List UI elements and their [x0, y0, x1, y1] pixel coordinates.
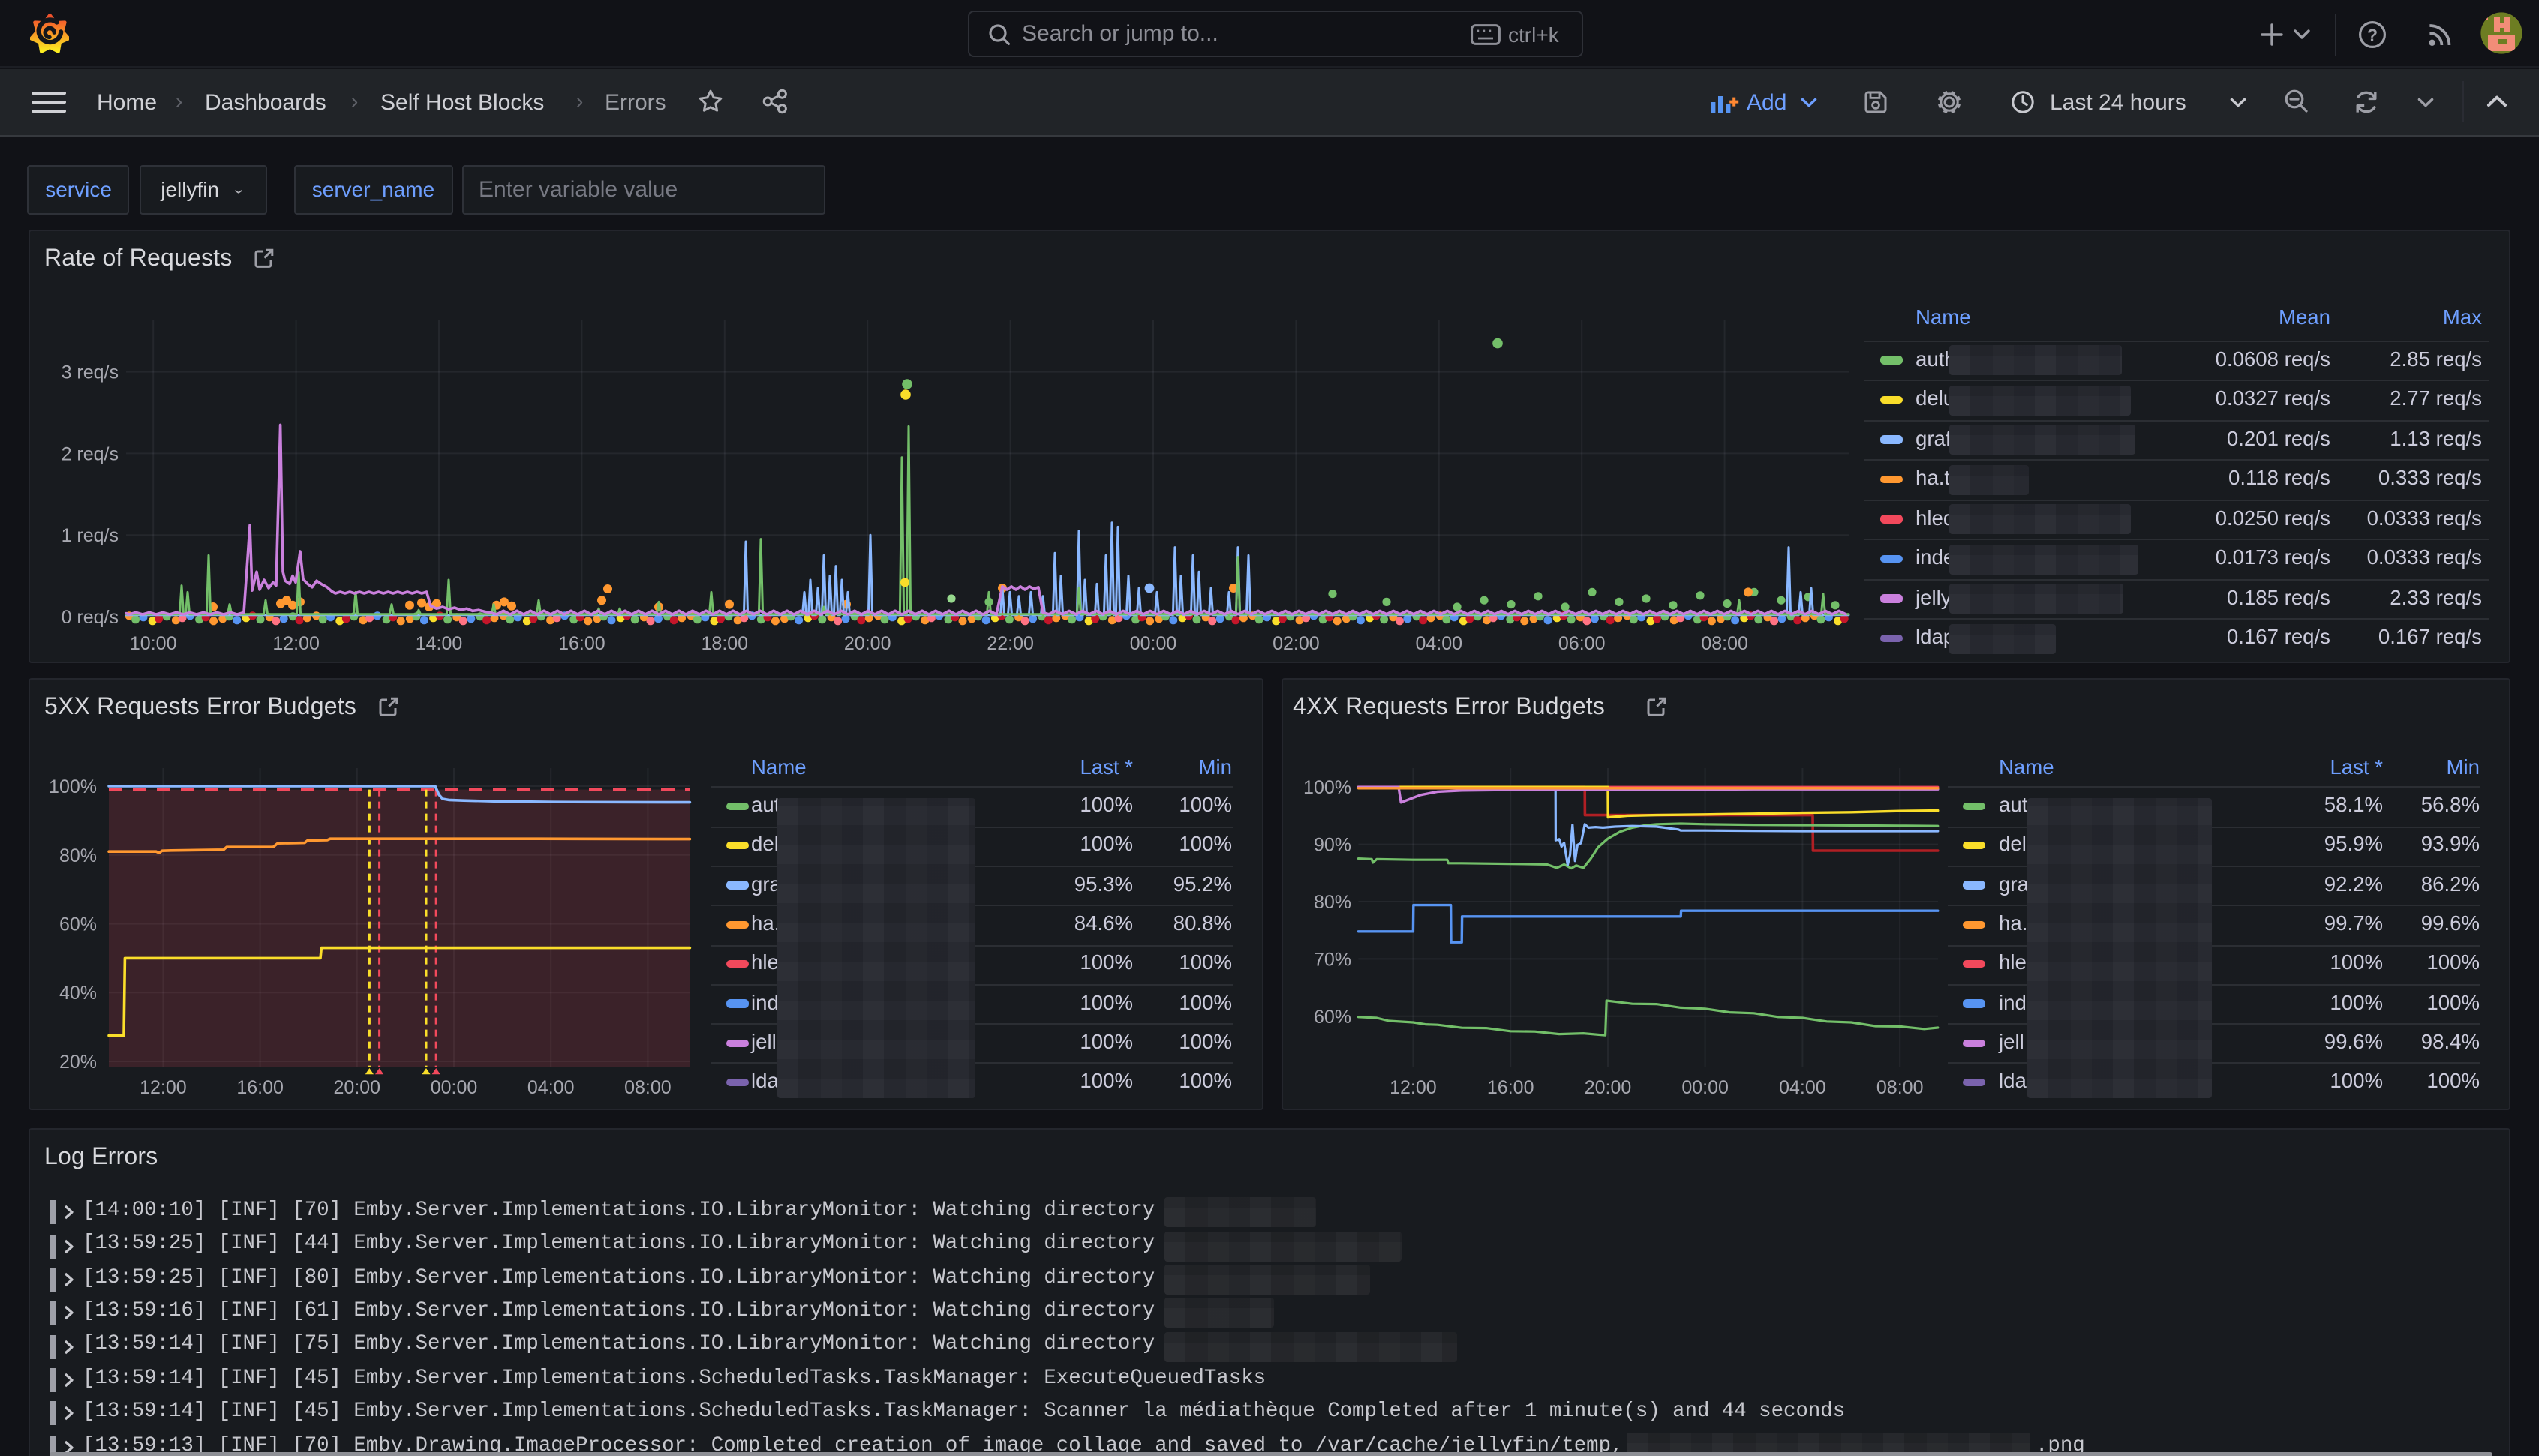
svg-text:16:00: 16:00 — [558, 633, 605, 654]
svg-text:18:00: 18:00 — [702, 633, 749, 654]
svg-text:12:00: 12:00 — [272, 633, 320, 654]
svg-text:60%: 60% — [1313, 1006, 1351, 1027]
svg-text:12:00: 12:00 — [140, 1076, 187, 1097]
svg-text:04:00: 04:00 — [1778, 1076, 1825, 1097]
svg-text:12:00: 12:00 — [1389, 1076, 1436, 1097]
svg-text:06:00: 06:00 — [1558, 633, 1606, 654]
svg-text:00:00: 00:00 — [1130, 633, 1177, 654]
svg-text:04:00: 04:00 — [1416, 633, 1463, 654]
svg-text:2 req/s: 2 req/s — [62, 443, 119, 464]
svg-text:08:00: 08:00 — [624, 1076, 672, 1097]
svg-text:02:00: 02:00 — [1273, 633, 1320, 654]
svg-text:04:00: 04:00 — [527, 1076, 575, 1097]
svg-text:14:00: 14:00 — [416, 633, 463, 654]
svg-text:00:00: 00:00 — [431, 1076, 478, 1097]
svg-text:?: ? — [2367, 24, 2378, 44]
svg-text:0 req/s: 0 req/s — [62, 607, 119, 628]
svg-text:08:00: 08:00 — [1876, 1076, 1923, 1097]
svg-text:10:00: 10:00 — [130, 633, 177, 654]
svg-text:80%: 80% — [59, 845, 97, 866]
svg-text:20:00: 20:00 — [844, 633, 891, 654]
svg-text:20:00: 20:00 — [1584, 1076, 1631, 1097]
svg-text:20:00: 20:00 — [334, 1076, 381, 1097]
svg-text:70%: 70% — [1313, 948, 1351, 969]
svg-text:100%: 100% — [1303, 776, 1351, 797]
svg-text:80%: 80% — [1313, 891, 1351, 912]
svg-text:08:00: 08:00 — [1701, 633, 1748, 654]
svg-text:20%: 20% — [59, 1051, 97, 1072]
svg-text:40%: 40% — [59, 982, 97, 1003]
svg-text:22:00: 22:00 — [987, 633, 1034, 654]
svg-text:100%: 100% — [49, 776, 97, 797]
svg-text:3 req/s: 3 req/s — [62, 362, 119, 383]
svg-text:16:00: 16:00 — [1486, 1076, 1534, 1097]
svg-text:00:00: 00:00 — [1681, 1076, 1728, 1097]
svg-text:16:00: 16:00 — [236, 1076, 284, 1097]
svg-text:1 req/s: 1 req/s — [62, 525, 119, 546]
svg-text:90%: 90% — [1313, 834, 1351, 855]
svg-text:60%: 60% — [59, 913, 97, 934]
